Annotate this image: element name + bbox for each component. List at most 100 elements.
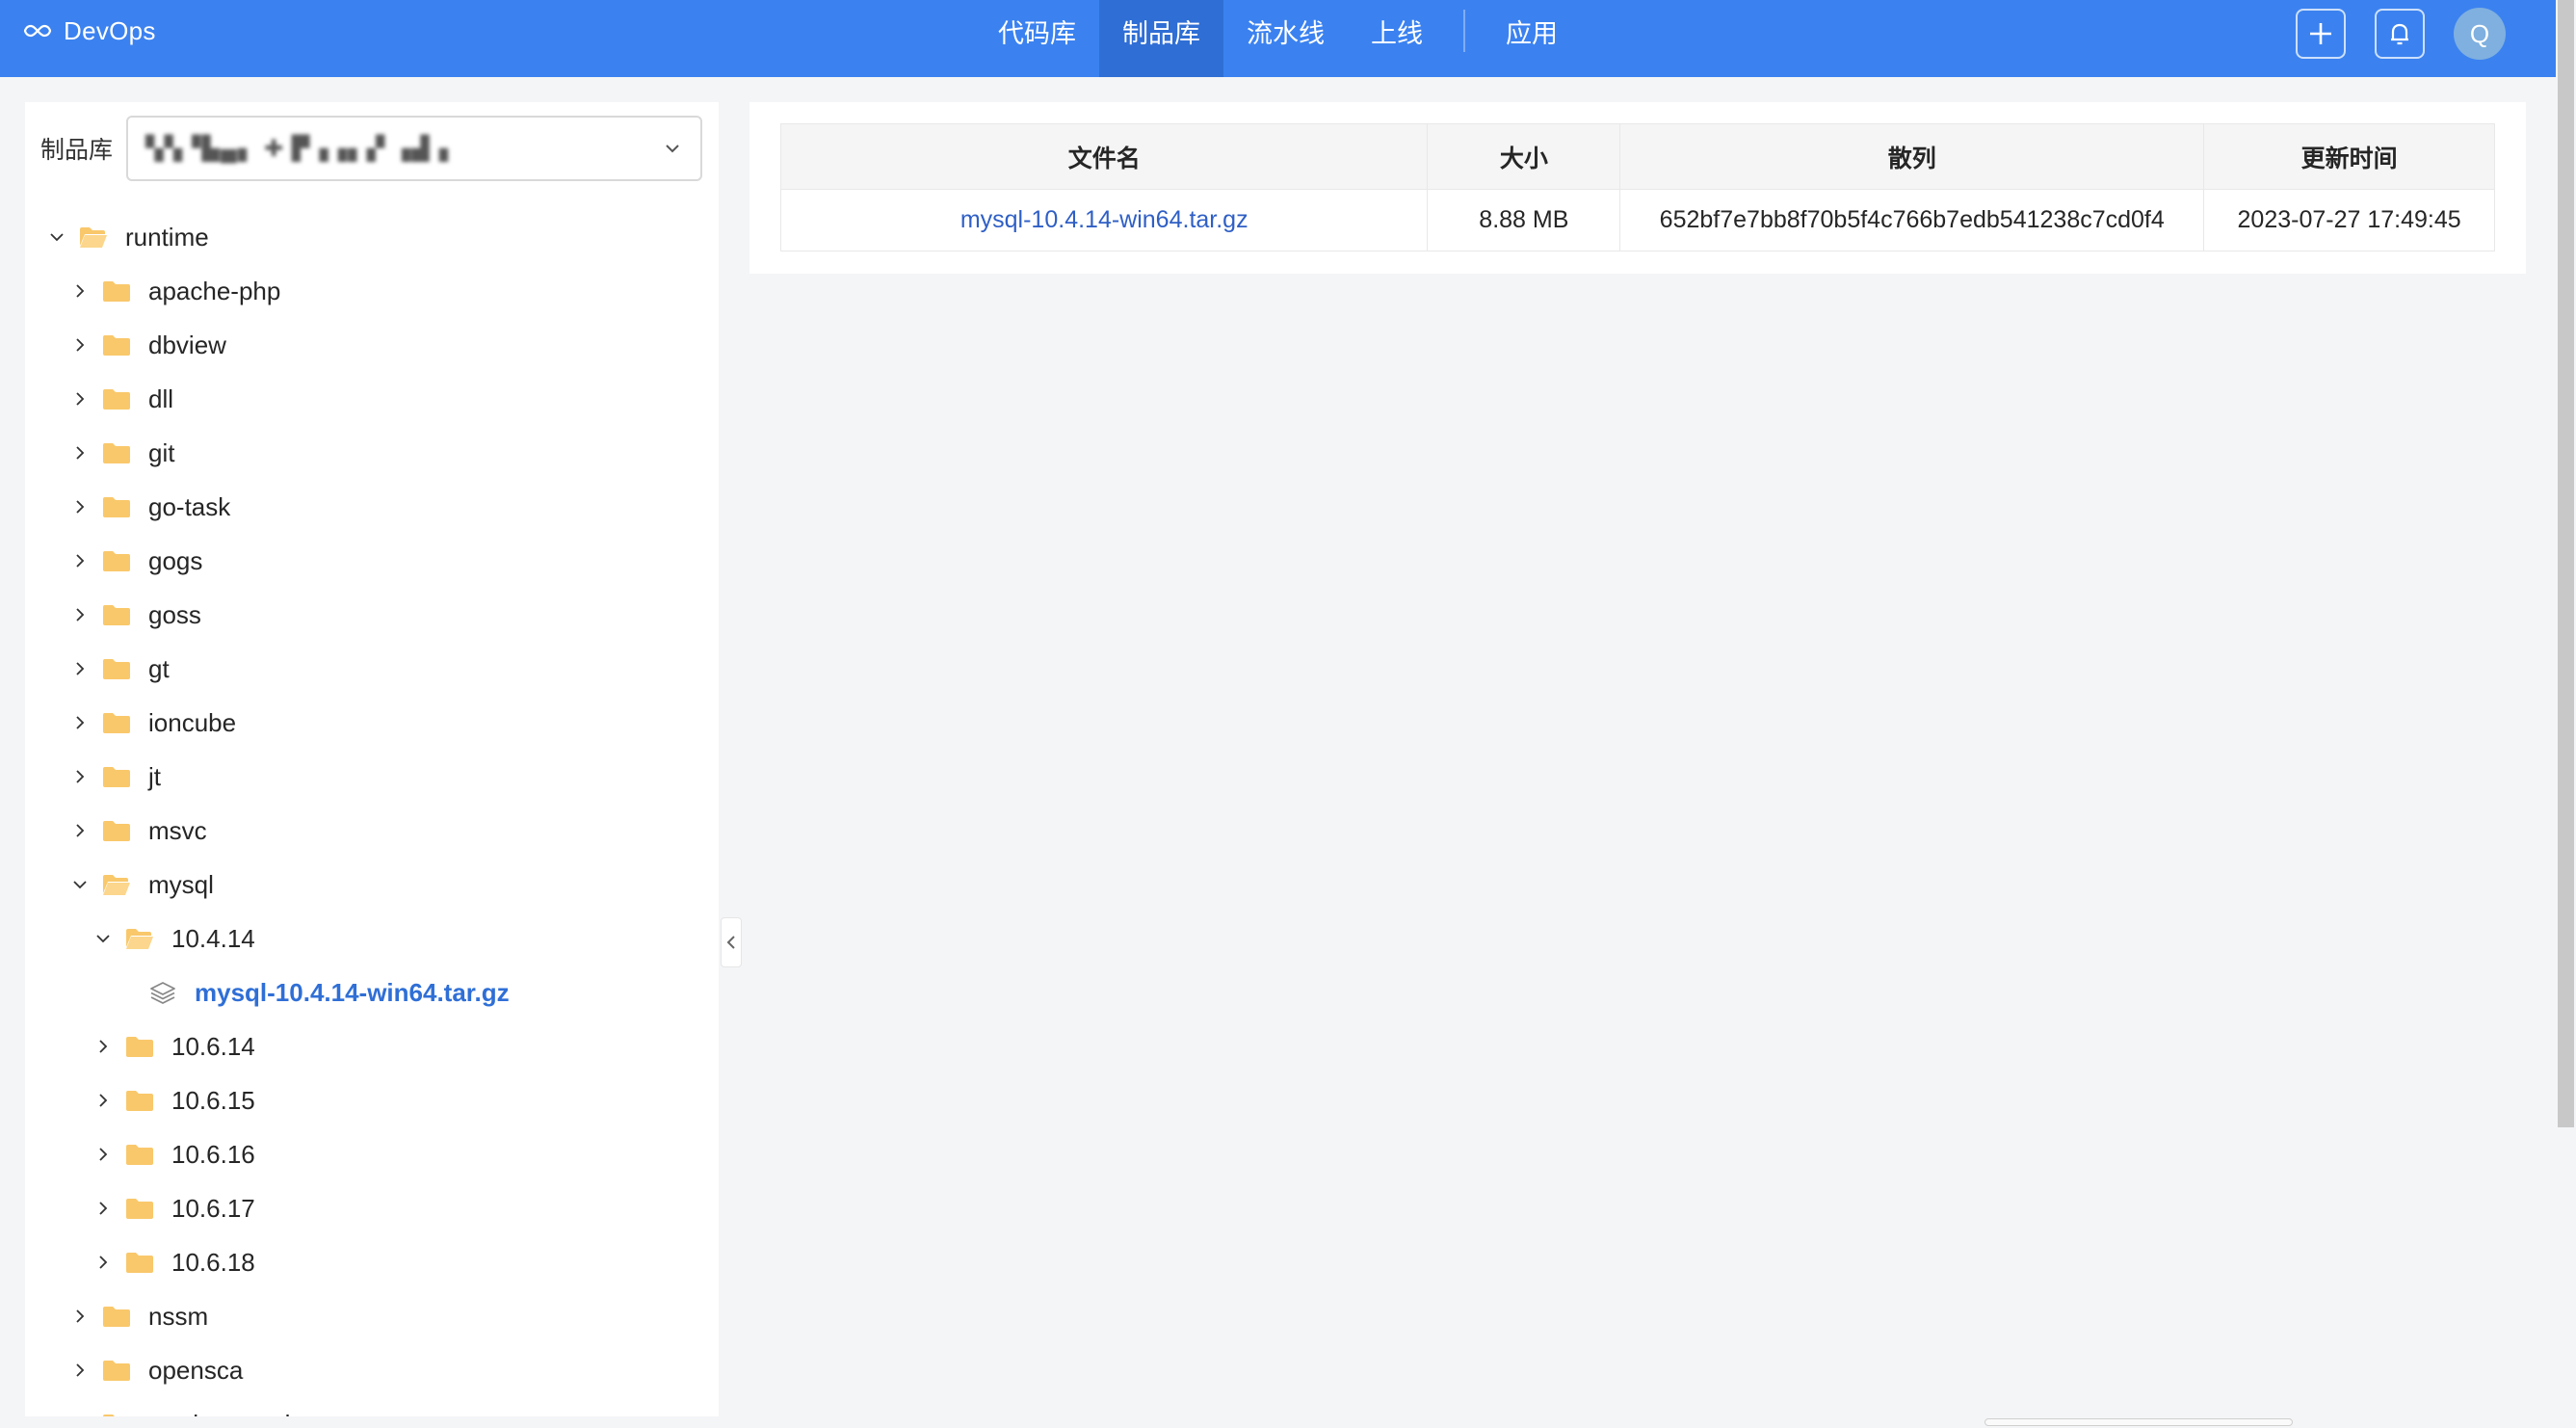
expand-toggle[interactable] [69,280,91,302]
tree-item-label: 10.6.16 [171,1139,255,1169]
tree-folder-item[interactable]: 10.6.14 [25,1019,719,1073]
folder-icon [126,1253,153,1273]
tree-item-label: gogs [148,545,203,575]
tree-folder-item[interactable]: go-task [25,480,719,534]
folder-open-icon [103,875,130,895]
add-button[interactable] [2296,9,2346,59]
horizontal-scrollbar-thumb[interactable] [1985,1418,2293,1426]
chevron-right-icon [76,284,85,298]
expand-toggle[interactable] [69,334,91,356]
tree-folder-item[interactable]: 10.6.16 [25,1127,719,1181]
tree-folder-item[interactable]: 10.6.18 [25,1235,719,1289]
folder-icon [103,605,130,625]
tree-folder-item[interactable]: 10.6.15 [25,1073,719,1127]
tree-folder-item[interactable]: 10.4.14 [25,912,719,965]
file-name-link[interactable]: mysql-10.4.14-win64.tar.gz [779,189,1429,251]
expand-toggle[interactable] [69,1306,91,1327]
tree-folder-item[interactable]: gt [25,642,719,696]
expand-toggle[interactable] [92,1252,114,1273]
expand-toggle[interactable] [92,928,114,949]
tree-folder-item[interactable]: git [25,426,719,480]
tree-file-item[interactable]: mysql-10.4.14-win64.tar.gz [25,965,719,1019]
user-avatar[interactable]: Q [2454,8,2506,60]
collapse-sidebar-button[interactable] [721,917,742,967]
scrollbar-thumb[interactable] [2558,0,2574,1127]
folder-icon [103,821,130,841]
chevron-right-icon [76,608,85,621]
chevron-right-icon [99,1094,108,1107]
tree-folder-item[interactable]: ioncube [25,696,719,750]
chevron-right-icon [76,554,85,568]
tree-folder-item[interactable]: jt [25,750,719,804]
chevron-right-icon [76,1309,85,1323]
expand-toggle[interactable] [69,874,91,895]
expand-toggle[interactable] [69,604,91,625]
tree-folder-item[interactable]: dbview [25,318,719,372]
tree-item-label: mysql-10.4.14-win64.tar.gz [195,977,510,1007]
folder-icon [103,767,130,787]
tree-folder-item[interactable]: runtime [25,210,719,264]
expand-toggle[interactable] [46,226,67,248]
tree-item-label: ioncube [148,707,237,737]
chevron-down-icon [666,145,679,153]
tree-item-label: mysql [148,869,214,899]
nav-pipeline[interactable]: 流水线 [1223,0,1348,62]
tree-folder-item[interactable]: render-template [25,1397,719,1418]
folder-icon [103,497,130,517]
tree-folder-item[interactable]: opensca [25,1343,719,1397]
nav-label: 上线 [1371,18,1423,49]
expand-toggle[interactable] [69,1360,91,1381]
tree-item-label: apache-php [148,276,281,305]
tree-folder-item[interactable]: mysql [25,858,719,912]
nav-label: 流水线 [1247,18,1325,49]
expand-toggle[interactable] [69,550,91,571]
expand-toggle[interactable] [69,820,91,841]
vertical-scrollbar[interactable] [2556,0,2576,1428]
notifications-button[interactable] [2375,9,2425,59]
expand-toggle[interactable] [69,496,91,517]
tree-item-label: gt [148,653,170,683]
tree-item-label: git [148,437,175,467]
tree-folder-item[interactable]: msvc [25,804,719,858]
expand-toggle[interactable] [92,1036,114,1057]
expand-toggle[interactable] [69,388,91,410]
tree-item-label: 10.4.14 [171,923,255,953]
nav-code-repo[interactable]: 代码库 [975,0,1099,62]
repo-select[interactable]: ▚▚▝▙▄▖ ✚ ▛▗▗▖▞ ▗▟▗ [126,116,703,181]
tree-item-label: goss [148,599,201,629]
horizontal-scrollbar[interactable] [0,1416,2556,1428]
tree-item-label: 10.6.18 [171,1247,255,1277]
expand-toggle[interactable] [92,1090,114,1111]
folder-open-icon [80,227,107,248]
tree-folder-item[interactable]: apache-php [25,264,719,318]
column-header-hash: 散列 [1619,123,2205,190]
expand-toggle[interactable] [69,766,91,787]
brand[interactable]: DevOps [23,0,156,62]
main-nav: 代码库 制品库 流水线 上线 应用 [975,0,1581,77]
nav-artifact-repo[interactable]: 制品库 [1099,0,1223,77]
expand-toggle[interactable] [92,1144,114,1165]
chevron-down-icon [50,233,64,242]
tree-item-label: opensca [148,1355,244,1385]
tree-folder-item[interactable]: goss [25,588,719,642]
tree-folder-item[interactable]: 10.6.17 [25,1181,719,1235]
file-size: 8.88 MB [1427,189,1621,251]
tree-item-label: go-task [148,491,231,521]
nav-label: 应用 [1506,18,1558,49]
expand-toggle[interactable] [69,658,91,679]
tree-folder-item[interactable]: gogs [25,534,719,588]
expand-toggle[interactable] [69,442,91,463]
bell-icon [2391,23,2408,45]
plus-icon [2310,23,2331,44]
tree-item-label: nssm [148,1301,209,1331]
repo-select-value: ▚▚▝▙▄▖ ✚ ▛▗▗▖▞ ▗▟▗ [145,135,450,162]
nav-apps[interactable]: 应用 [1483,0,1581,62]
folder-open-icon [126,929,153,949]
tree-folder-item[interactable]: nssm [25,1289,719,1343]
table-row: mysql-10.4.14-win64.tar.gz 8.88 MB 652bf… [779,189,2495,251]
expand-toggle[interactable] [92,1198,114,1219]
tree-folder-item[interactable]: dll [25,372,719,426]
expand-toggle[interactable] [69,712,91,733]
chevron-right-icon [76,662,85,675]
nav-release[interactable]: 上线 [1348,0,1446,62]
